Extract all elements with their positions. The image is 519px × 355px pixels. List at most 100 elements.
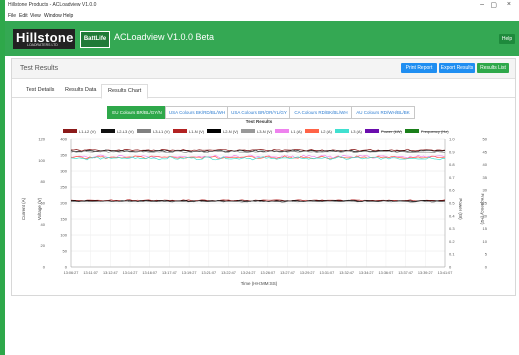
hillstone-logo: Hillstone LOADRATERS LTD [13,29,75,49]
y-axis-label-voltage: Voltage (V) [37,197,42,220]
x-axis-label: Time (HH:MM:SS) [241,281,278,286]
window-title: Hillstone Products - ACLoadview V1.0.0 [8,2,97,8]
maximize-icon[interactable]: ▢ [490,1,497,9]
x-tick-4: 13:16:07 [142,271,157,275]
legend-swatch-10 [405,129,419,133]
y-tick-power-6: 0.6 [449,188,455,193]
y-tick-power-4: 0.4 [449,213,455,218]
x-tick-16: 13:36:07 [379,271,394,275]
tab-results-data[interactable]: Results Data [65,87,97,93]
x-tick-17: 13:37:47 [398,271,413,275]
y-tick-frequency-3: 15 [483,226,488,231]
y-tick-frequency-6: 30 [483,188,488,193]
menu-window[interactable]: Window [44,13,62,19]
chart-title: Test Results [246,119,273,124]
y-tick-current-2: 40 [41,222,46,227]
legend-label-7: L2 (A) [321,129,333,134]
y-tick-voltage-4: 200 [60,201,67,206]
y-tick-current-4: 80 [41,179,46,184]
y-tick-voltage-0: 0 [65,265,68,270]
legend-swatch-5 [241,129,255,133]
x-tick-19: 13:41:07 [438,271,453,275]
print-report-button[interactable]: Print Report [401,63,437,73]
y-tick-voltage-5: 250 [60,185,67,190]
x-tick-14: 13:32:47 [339,271,354,275]
y-tick-current-0: 0 [43,265,46,270]
battlife-badge: BattLife [80,31,110,48]
y-tick-voltage-1: 50 [63,249,68,254]
legend-label-3: L1-N (V) [189,129,205,134]
series-line-8 [70,200,446,203]
results-line-chart: Test Results L1-L2 (V) L2-L3 (V) L3-L1 (V)… [21,119,488,286]
y-tick-current-6: 120 [38,137,45,142]
y-tick-power-10: 1.0 [449,137,455,142]
y-tick-power-2: 0.2 [449,239,455,244]
y-tick-frequency-8: 40 [483,162,488,167]
x-tick-2: 13:12:47 [103,271,118,275]
x-tick-5: 13:17:47 [162,271,177,275]
chart-legend: L1-L2 (V) L2-L3 (V) L3-L1 (V) L1-N (V) L2-N … [63,129,449,134]
x-tick-8: 13:22:47 [221,271,236,275]
x-tick-10: 13:26:07 [260,271,275,275]
menu-file[interactable]: File [8,13,16,19]
y-tick-frequency-0: 0 [485,265,488,270]
x-tick-3: 13:14:27 [123,271,138,275]
tab-results-chart[interactable]: Results Chart [101,84,149,99]
legend-swatch-7 [305,129,319,133]
y-tick-current-5: 100 [38,158,45,163]
x-tick-9: 13:24:27 [241,271,256,275]
legend-label-8: L3 (A) [351,129,363,134]
y-tick-voltage-2: 100 [60,233,67,238]
y-axis-label-current: Current (A) [21,197,26,220]
legend-swatch-2 [137,129,151,133]
y-tick-power-7: 0.7 [449,175,455,180]
card-title: Test Results [20,65,59,72]
y-tick-voltage-8: 400 [60,137,67,142]
x-tick-13: 13:31:07 [320,271,335,275]
x-tick-1: 13:11:07 [83,271,98,275]
menu-view[interactable]: View [30,13,41,19]
y-tick-power-9: 0.9 [449,149,455,154]
menu-help[interactable]: Help [63,13,73,19]
results-list-button[interactable]: Results List [477,63,509,73]
app-header: Hillstone LOADRATERS LTD BattLife ACLoad… [5,21,519,56]
y-tick-power-1: 0.1 [449,252,455,257]
y-tick-frequency-7: 35 [483,175,488,180]
y-tick-power-3: 0.3 [449,226,455,231]
menu-edit[interactable]: Edit [19,13,28,19]
legend-label-10: Frequency (Hz) [421,129,449,134]
x-tick-11: 13:27:47 [280,271,295,275]
export-results-button[interactable]: Export Results [439,63,475,73]
app-title: ACLoadview V1.0.0 Beta [114,32,215,42]
y-tick-frequency-9: 45 [483,149,488,154]
x-tick-7: 13:21:07 [201,271,216,275]
help-button[interactable]: Help [499,34,515,44]
x-tick-6: 13:19:27 [182,271,197,275]
y-axis-label-frequency: Frequency (Hz) [480,193,485,225]
x-tick-15: 13:34:27 [359,271,374,275]
legend-swatch-0 [63,129,77,133]
legend-swatch-9 [365,129,379,133]
chart-series-group [70,148,446,203]
y-axis-label-power: Power (W) [458,198,463,220]
window-titlebar: Hillstone Products - ACLoadview V1.0.0 –… [5,0,519,12]
x-tick-12: 13:29:27 [300,271,315,275]
x-tick-0: 13:06:27 [64,271,79,275]
logo-subtext: LOADRATERS LTD [27,43,58,47]
minimize-icon[interactable]: – [480,1,484,8]
results-tabs: Test Details Results Data Results Chart [12,84,515,99]
x-tick-18: 13:39:27 [418,271,433,275]
y-tick-power-0: 0 [449,265,452,270]
legend-label-0: L1-L2 (V) [79,129,96,134]
y-tick-voltage-3: 150 [60,217,67,222]
legend-swatch-4 [207,129,221,133]
legend-swatch-8 [335,129,349,133]
legend-label-9: Power (kW) [381,129,403,134]
legend-label-4: L2-N (V) [223,129,239,134]
y-tick-power-8: 0.8 [449,162,455,167]
close-icon[interactable]: × [507,1,511,8]
tab-test-details[interactable]: Test Details [26,87,54,93]
y-tick-current-1: 20 [41,243,46,248]
card-header: Test Results Print Report Export Results… [12,59,515,79]
legend-label-6: L1 (A) [291,129,303,134]
